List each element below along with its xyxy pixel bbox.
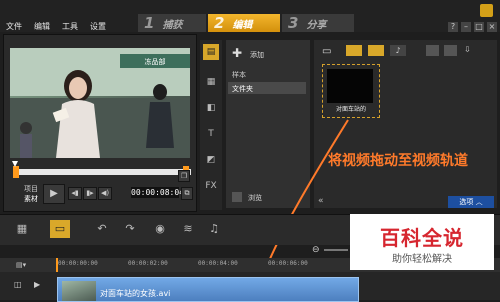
zoom-slider[interactable]	[324, 249, 348, 251]
auto-music-icon[interactable]: ♫	[204, 220, 224, 238]
clip-thumbnail	[62, 281, 96, 301]
redo-icon[interactable]: ↷	[120, 220, 140, 238]
ruler-tick: 00:00:04:00	[198, 260, 238, 267]
track-video-icon[interactable]: ▶	[34, 280, 40, 289]
audio-mixer-icon[interactable]: ≋	[178, 220, 198, 238]
track-manager-icon[interactable]: ▤▾	[16, 261, 26, 269]
watermark: 百科全说 助你轻松解决	[350, 214, 494, 270]
clip-filename: 对面车站的女孩.avi	[100, 289, 171, 298]
ruler-tick: 00:00:02:00	[128, 260, 168, 267]
undo-icon[interactable]: ↶	[92, 220, 112, 238]
ruler-tick: 00:00:06:00	[268, 260, 308, 267]
record-capture-icon[interactable]: ◉	[150, 220, 170, 238]
watermark-title: 百科全说	[380, 226, 464, 250]
watermark-subtitle: 助你轻松解决	[392, 254, 452, 265]
track-visibility-icon[interactable]: ◫	[14, 280, 22, 289]
ruler-tick: 00:00:00:00	[58, 260, 98, 267]
zoom-out-icon[interactable]: ⊖	[312, 245, 320, 255]
timeline-view-icon[interactable]: ▭	[50, 220, 70, 238]
storyboard-view-icon[interactable]: ▦	[12, 220, 32, 238]
